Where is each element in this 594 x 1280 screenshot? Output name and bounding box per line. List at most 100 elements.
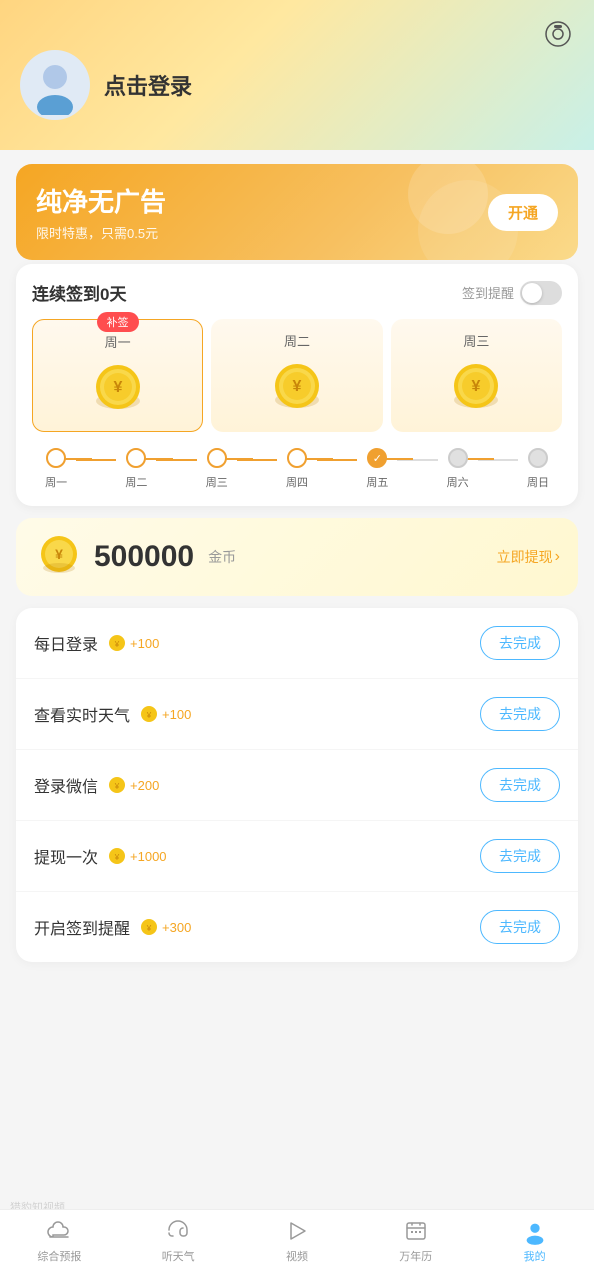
task-reward-4: ¥ +300 xyxy=(140,918,191,936)
login-text[interactable]: 点击登录 xyxy=(104,69,192,101)
progress-sun: 周日 xyxy=(518,448,558,490)
bottom-nav: 综合预报 听天气 视频 万年历 xyxy=(0,1209,594,1280)
task-reward-2: ¥ +200 xyxy=(108,776,159,794)
svg-text:¥: ¥ xyxy=(55,546,63,562)
dot-thu xyxy=(287,448,307,468)
day-card-1[interactable]: 周二 ¥ xyxy=(211,319,382,432)
coins-row: ¥ 500000 金币 立即提现 › xyxy=(16,518,578,596)
reward-text-1: +100 xyxy=(162,707,191,722)
nav-label-3: 万年历 xyxy=(399,1248,432,1264)
signin-card: 连续签到0天 签到提醒 补签 周一 ¥ 周二 xyxy=(16,264,578,506)
nav-calendar-icon xyxy=(403,1218,429,1244)
main-content: 连续签到0天 签到提醒 补签 周一 ¥ 周二 xyxy=(0,264,594,1042)
signin-reminder: 签到提醒 xyxy=(462,281,562,305)
progress-label-wed: 周三 xyxy=(206,474,228,490)
makeup-badge: 补签 xyxy=(97,312,139,332)
task-btn-1[interactable]: 去完成 xyxy=(480,697,560,731)
progress-mon: 周一 xyxy=(36,448,76,490)
nav-listen-icon xyxy=(165,1218,191,1244)
nav-label-2: 视频 xyxy=(286,1248,308,1264)
svg-text:¥: ¥ xyxy=(146,711,152,720)
vip-banner[interactable]: 纯净无广告 限时特惠，只需0.5元 开通 xyxy=(16,164,578,260)
coins-amount: 500000 xyxy=(94,540,194,574)
progress-row: 周一 周二 周三 周四 ✓ 周五 xyxy=(32,448,562,490)
camera-icon[interactable] xyxy=(542,18,574,50)
reminder-toggle[interactable] xyxy=(520,281,562,305)
progress-label-sat: 周六 xyxy=(447,474,469,490)
task-btn-3[interactable]: 去完成 xyxy=(480,839,560,873)
vip-left: 纯净无广告 限时特惠，只需0.5元 xyxy=(36,182,166,242)
reward-text-3: +1000 xyxy=(130,849,167,864)
reward-text-4: +300 xyxy=(162,920,191,935)
svg-text:¥: ¥ xyxy=(293,378,302,395)
avatar[interactable] xyxy=(20,50,90,120)
dot-mon xyxy=(46,448,66,468)
task-name-4: 开启签到提醒 xyxy=(34,915,130,939)
task-btn-4[interactable]: 去完成 xyxy=(480,910,560,944)
nav-item-weather[interactable]: 综合预报 xyxy=(0,1218,119,1264)
dot-tue xyxy=(126,448,146,468)
task-reward-1: ¥ +100 xyxy=(140,705,191,723)
task-btn-2[interactable]: 去完成 xyxy=(480,768,560,802)
reward-coin-icon-3: ¥ xyxy=(108,847,126,865)
day-label-0: 周一 xyxy=(41,332,194,351)
nav-label-1: 听天气 xyxy=(162,1248,195,1264)
progress-wed: 周三 xyxy=(197,448,237,490)
reward-coin-icon-4: ¥ xyxy=(140,918,158,936)
withdraw-text: 立即提现 xyxy=(497,547,553,567)
day-label-2: 周三 xyxy=(399,331,554,350)
dot-wed xyxy=(207,448,227,468)
coins-unit: 金币 xyxy=(208,547,236,567)
task-name-3: 提现一次 xyxy=(34,844,98,868)
task-btn-0[interactable]: 去完成 xyxy=(480,626,560,660)
nav-mine-icon xyxy=(522,1218,548,1244)
progress-label-sun: 周日 xyxy=(527,474,549,490)
vip-subtitle: 限时特惠，只需0.5元 xyxy=(36,223,166,242)
task-reward-3: ¥ +1000 xyxy=(108,847,167,865)
day-card-0[interactable]: 补签 周一 ¥ xyxy=(32,319,203,432)
progress-fri: ✓ 周五 xyxy=(357,448,397,490)
day-cards: 补签 周一 ¥ 周二 ¥ xyxy=(32,319,562,432)
task-name-1: 查看实时天气 xyxy=(34,702,130,726)
task-item-4: 开启签到提醒 ¥ +300 去完成 xyxy=(16,892,578,962)
reward-coin-icon-1: ¥ xyxy=(140,705,158,723)
nav-item-mine[interactable]: 我的 xyxy=(475,1218,594,1264)
vip-open-button[interactable]: 开通 xyxy=(488,194,558,231)
chevron-right-icon: › xyxy=(555,548,560,566)
task-item-1: 查看实时天气 ¥ +100 去完成 xyxy=(16,679,578,750)
signin-header: 连续签到0天 签到提醒 xyxy=(32,280,562,305)
task-item-0: 每日登录 ¥ +100 去完成 xyxy=(16,608,578,679)
progress-label-fri: 周五 xyxy=(366,474,388,490)
svg-text:¥: ¥ xyxy=(114,782,120,791)
svg-text:¥: ¥ xyxy=(472,378,481,395)
progress-label-thu: 周四 xyxy=(286,474,308,490)
nav-video-icon xyxy=(284,1218,310,1244)
vip-title: 纯净无广告 xyxy=(36,182,166,219)
reminder-label: 签到提醒 xyxy=(462,283,514,302)
svg-text:¥: ¥ xyxy=(113,379,122,396)
progress-label-tue: 周二 xyxy=(125,474,147,490)
signin-title: 连续签到0天 xyxy=(32,280,126,305)
task-name-2: 登录微信 xyxy=(34,773,98,797)
task-item-2: 登录微信 ¥ +200 去完成 xyxy=(16,750,578,821)
withdraw-link[interactable]: 立即提现 › xyxy=(497,547,560,567)
day-card-2[interactable]: 周三 ¥ xyxy=(391,319,562,432)
svg-text:¥: ¥ xyxy=(146,924,152,933)
dot-sun xyxy=(528,448,548,468)
reward-coin-icon-2: ¥ xyxy=(108,776,126,794)
nav-label-4: 我的 xyxy=(524,1248,546,1264)
nav-weather-icon xyxy=(46,1218,72,1244)
big-coin-icon: ¥ xyxy=(34,532,84,582)
progress-sat: 周六 xyxy=(438,448,478,490)
nav-item-video[interactable]: 视频 xyxy=(238,1218,357,1264)
user-row[interactable]: 点击登录 xyxy=(20,50,574,120)
progress-label-mon: 周一 xyxy=(45,474,67,490)
task-name-0: 每日登录 xyxy=(34,631,98,655)
task-item-3: 提现一次 ¥ +1000 去完成 xyxy=(16,821,578,892)
header: 点击登录 xyxy=(0,0,594,150)
task-list: 每日登录 ¥ +100 去完成 查看实时天气 ¥ +100 去完成 xyxy=(16,608,578,962)
nav-item-calendar[interactable]: 万年历 xyxy=(356,1218,475,1264)
nav-item-listen[interactable]: 听天气 xyxy=(119,1218,238,1264)
reward-text-0: +100 xyxy=(130,636,159,651)
day-label-1: 周二 xyxy=(219,331,374,350)
